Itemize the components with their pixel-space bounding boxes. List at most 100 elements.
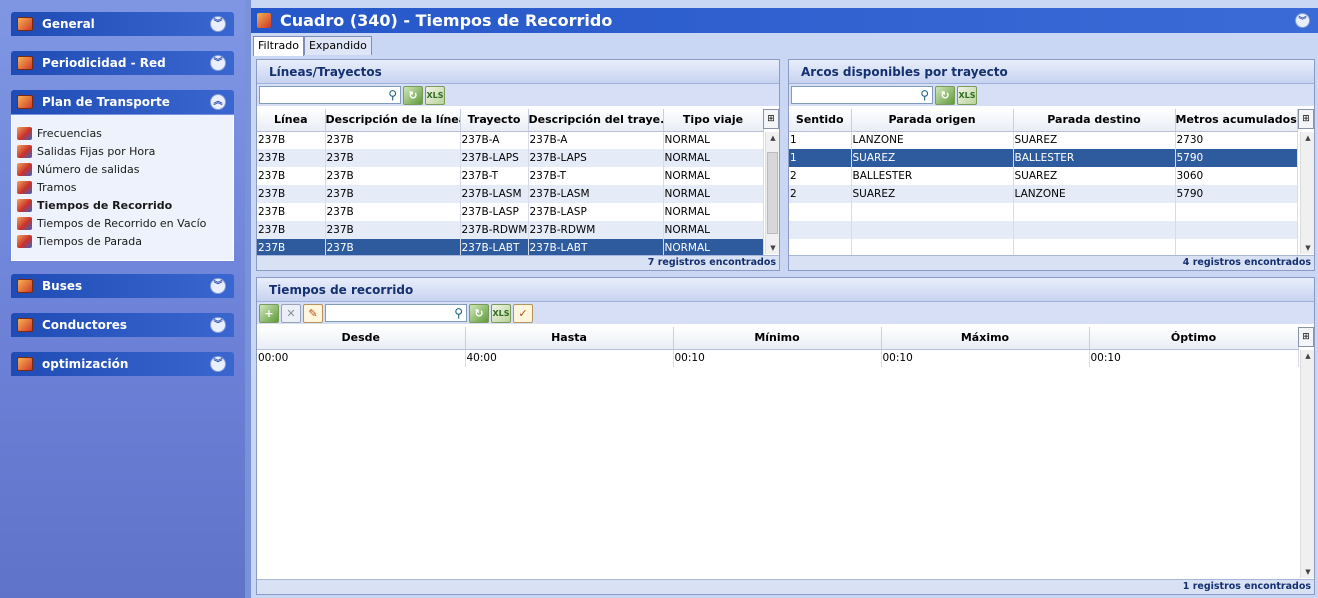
table-row[interactable]: 237B 237B 237B-A 237B-A NORMAL	[257, 131, 764, 149]
table-cell: 1	[789, 149, 852, 167]
table-cell: 00:10	[673, 349, 882, 367]
scroll-up-icon[interactable]: ▲	[766, 132, 780, 144]
column-header[interactable]: Descripción de la línea	[325, 109, 461, 132]
chevron-down-icon[interactable]: ︾	[210, 55, 226, 71]
table-row[interactable]: 1 LANZONE SUAREZ 2730	[789, 131, 1298, 149]
sidebar-item-tiempos-recorrido[interactable]: Tiempos de Recorrido	[12, 196, 233, 214]
chevron-down-icon[interactable]: ︾	[210, 356, 226, 372]
chevron-down-icon[interactable]: ︾	[1295, 13, 1310, 28]
scrollbar[interactable]: ▲ ▼	[765, 132, 779, 254]
sidebar-item-tiempos-parada[interactable]: Tiempos de Parada	[12, 232, 233, 250]
check-button[interactable]: ✓	[513, 303, 533, 323]
column-header[interactable]: Desde	[257, 327, 466, 350]
table-cell: 2	[789, 167, 852, 185]
table-row[interactable]	[789, 221, 1298, 239]
column-chooser-icon[interactable]: ⊞	[763, 109, 779, 129]
sidebar-item-tiempos-vacio[interactable]: Tiempos de Recorrido en Vacío	[12, 214, 233, 232]
scroll-down-icon[interactable]: ▼	[1301, 566, 1315, 578]
group-conductores[interactable]: Conductores ︾	[11, 313, 234, 337]
column-header[interactable]: Parada origen	[851, 109, 1014, 132]
item-label: Tiempos de Recorrido	[37, 198, 173, 212]
excel-export-button[interactable]: XLS	[491, 303, 511, 323]
table-cell: 237B	[325, 203, 461, 221]
sidebar-item-numero-salidas[interactable]: Número de salidas	[12, 160, 233, 178]
sidebar-item-salidas-fijas[interactable]: Salidas Fijas por Hora	[12, 142, 233, 160]
panel-title: Tiempos de recorrido	[257, 278, 1314, 302]
search-icon[interactable]: ⚲	[388, 88, 397, 102]
chevron-up-icon[interactable]: ︽	[210, 94, 226, 110]
chevron-down-icon[interactable]: ︾	[210, 16, 226, 32]
column-header[interactable]: Trayecto	[460, 109, 529, 132]
table-cell: 237B-A	[460, 131, 529, 149]
tab-filtrado[interactable]: Filtrado	[253, 36, 304, 56]
chevron-down-icon[interactable]: ︾	[210, 317, 226, 333]
scrollbar[interactable]: ▲ ▼	[1300, 132, 1314, 254]
column-header[interactable]: Descripción del traye...	[528, 109, 664, 132]
table-row[interactable]	[789, 203, 1298, 221]
calendar-icon	[17, 56, 33, 70]
page-title: Cuadro (340) - Tiempos de Recorrido	[280, 11, 613, 30]
scroll-down-icon[interactable]: ▼	[766, 242, 780, 254]
group-general[interactable]: General ︾	[11, 12, 234, 36]
table-row[interactable]: 237B 237B 237B-RDWM 237B-RDWM NORMAL	[257, 221, 764, 239]
scrollbar[interactable]: ▲ ▼	[1300, 350, 1314, 578]
route-segments-icon	[17, 180, 32, 194]
chevron-down-icon[interactable]: ︾	[210, 278, 226, 294]
table-row[interactable]: 2 BALLESTER SUAREZ 3060	[789, 167, 1298, 185]
column-header[interactable]: Mínimo	[673, 327, 882, 350]
edit-button[interactable]: ✎	[303, 303, 323, 323]
excel-export-button[interactable]: XLS	[425, 85, 445, 105]
add-button[interactable]: +	[259, 303, 279, 323]
table-row[interactable]: 237B 237B 237B-LAPS 237B-LAPS NORMAL	[257, 149, 764, 167]
table-cell	[1175, 203, 1298, 221]
scroll-thumb[interactable]	[767, 152, 778, 234]
table-row[interactable]: 00:00 40:00 00:10 00:10 00:10	[257, 349, 1299, 367]
table-cell: 237B-LASM	[528, 185, 664, 203]
scroll-up-icon[interactable]: ▲	[1301, 350, 1315, 362]
search-input[interactable]: ⚲	[325, 304, 467, 322]
group-periodicidad[interactable]: Periodicidad - Red ︾	[11, 51, 234, 75]
column-header[interactable]: Línea	[257, 109, 326, 132]
column-header[interactable]: Tipo viaje	[663, 109, 764, 132]
excel-export-button[interactable]: XLS	[957, 85, 977, 105]
table-cell: 237B-LAPS	[528, 149, 664, 167]
column-header[interactable]: Metros acumulados	[1175, 109, 1298, 132]
group-plan-transporte[interactable]: Plan de Transporte ︽	[11, 90, 234, 114]
table-cell: 237B	[325, 149, 461, 167]
travel-time-icon	[17, 198, 32, 212]
search-icon[interactable]: ⚲	[920, 88, 929, 102]
search-input[interactable]: ⚲	[791, 86, 933, 104]
table-cell: 237B-LAPS	[460, 149, 529, 167]
item-label: Tiempos de Parada	[37, 234, 142, 248]
table-row[interactable]: 237B 237B 237B-T 237B-T NORMAL	[257, 167, 764, 185]
scroll-down-icon[interactable]: ▼	[1301, 242, 1315, 254]
table-row[interactable]: 237B 237B 237B-LASP 237B-LASP NORMAL	[257, 203, 764, 221]
search-input[interactable]: ⚲	[259, 86, 401, 104]
column-header[interactable]: Hasta	[465, 327, 674, 350]
column-chooser-icon[interactable]: ⊞	[1298, 327, 1314, 347]
table-row[interactable]: 237B 237B 237B-LASM 237B-LASM NORMAL	[257, 185, 764, 203]
column-header[interactable]: Parada destino	[1013, 109, 1176, 132]
column-header[interactable]: Óptimo	[1089, 327, 1299, 350]
toolbar: ⚲ ↻ XLS	[789, 84, 1314, 106]
table-row[interactable]: 2 SUAREZ LANZONE 5790	[789, 185, 1298, 203]
table-cell: 00:00	[257, 349, 466, 367]
table-row[interactable]: 1 SUAREZ BALLESTER 5790	[789, 149, 1298, 167]
refresh-button[interactable]: ↻	[403, 85, 423, 105]
item-label: Tiempos de Recorrido en Vacío	[37, 216, 207, 230]
group-buses[interactable]: Buses ︾	[11, 274, 234, 298]
refresh-button[interactable]: ↻	[469, 303, 489, 323]
sidebar-item-frecuencias[interactable]: Frecuencias	[12, 124, 233, 142]
refresh-button[interactable]: ↻	[935, 85, 955, 105]
table-cell: 00:10	[881, 349, 1090, 367]
column-header[interactable]: Sentido	[789, 109, 852, 132]
group-optimizacion[interactable]: optimización ︾	[11, 352, 234, 376]
tab-expandido[interactable]: Expandido	[303, 36, 372, 55]
delete-button[interactable]: ✕	[281, 303, 301, 323]
sidebar-item-tramos[interactable]: Tramos	[12, 178, 233, 196]
scroll-up-icon[interactable]: ▲	[1301, 132, 1315, 144]
plan-items: Frecuencias Salidas Fijas por Hora Númer…	[11, 115, 234, 261]
column-header[interactable]: Máximo	[881, 327, 1090, 350]
column-chooser-icon[interactable]: ⊞	[1298, 109, 1314, 129]
search-icon[interactable]: ⚲	[454, 306, 463, 320]
